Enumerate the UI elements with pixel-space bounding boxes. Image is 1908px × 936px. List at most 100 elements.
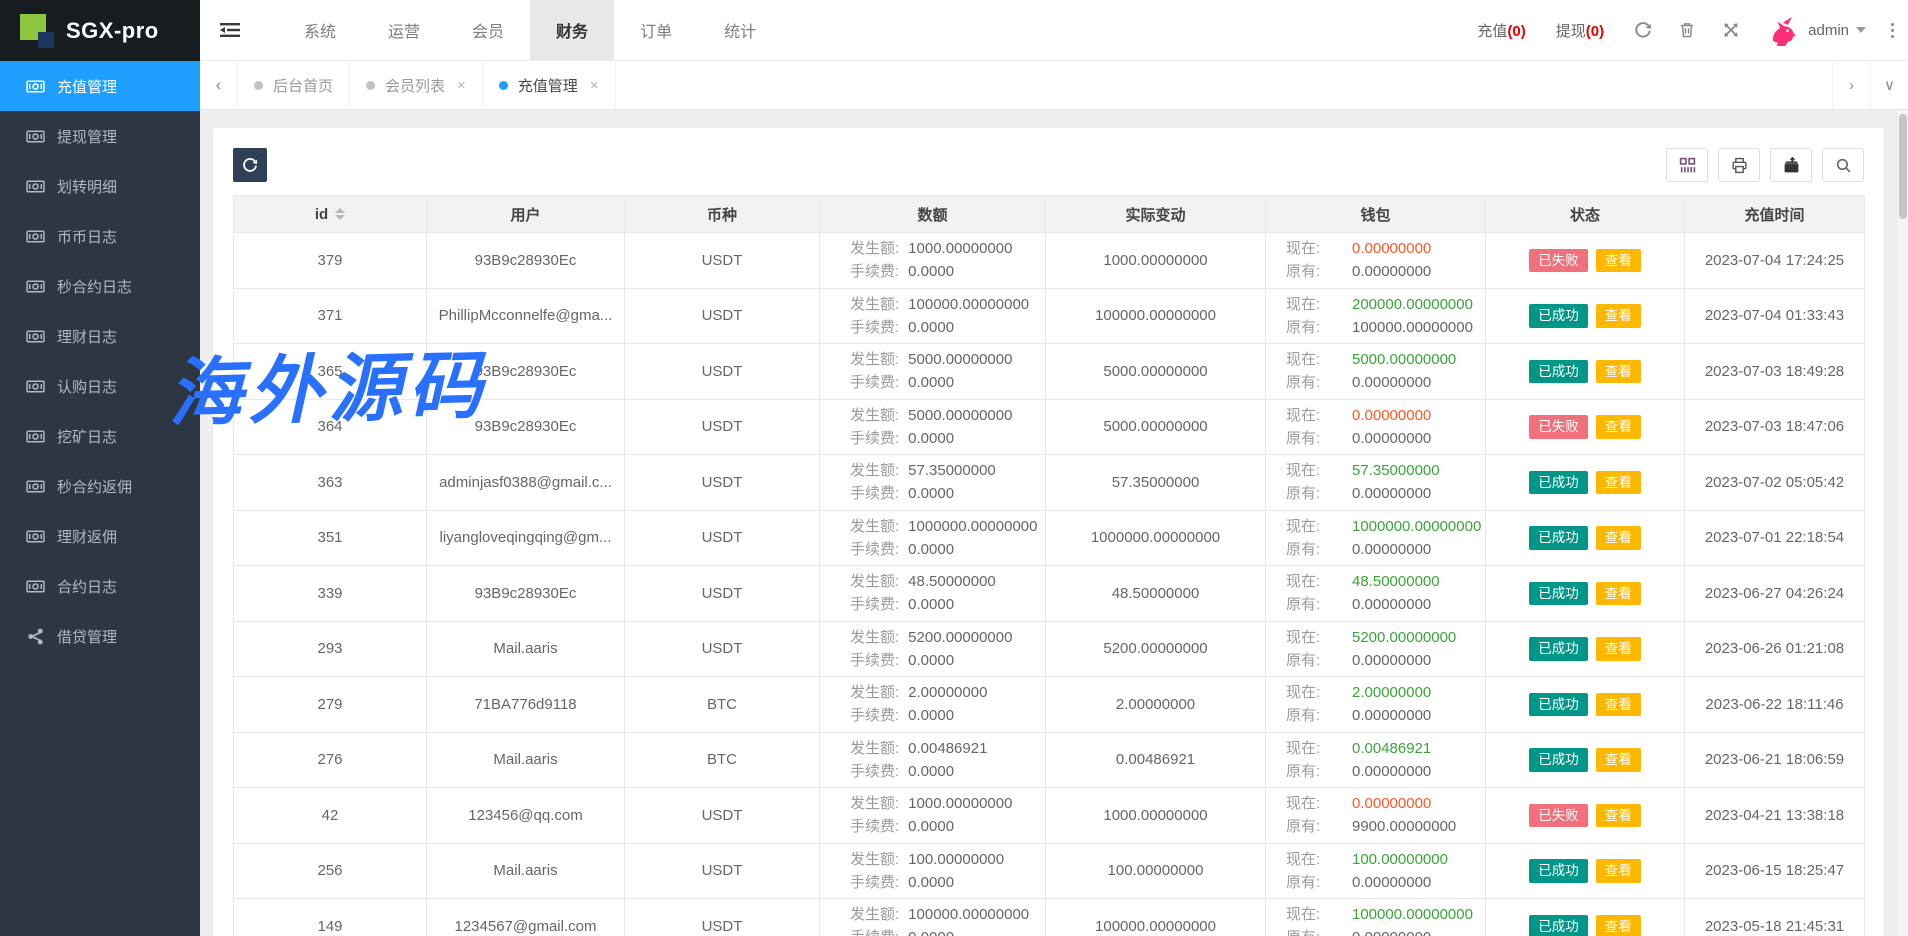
sidebar-item[interactable]: 划转明细 xyxy=(0,161,200,211)
cell-time: 2023-06-22 18:11:46 xyxy=(1685,677,1865,733)
tabs-scroll-left-icon[interactable]: ‹ xyxy=(200,61,238,109)
view-button[interactable]: 查看 xyxy=(1596,415,1641,439)
table-refresh-button[interactable] xyxy=(233,148,267,182)
view-button[interactable]: 查看 xyxy=(1596,748,1641,772)
table-row: 365 93B9c28930Ec USDT 发生额:5000.00000000 … xyxy=(234,344,1865,400)
withdraw-count-link[interactable]: 提现(0) xyxy=(1556,20,1604,41)
cell-id: 339 xyxy=(234,566,427,622)
logo-title: SGX-pro xyxy=(66,18,159,44)
table-toolbar-right xyxy=(1666,148,1864,182)
sidebar-item[interactable]: 提现管理 xyxy=(0,111,200,161)
cell-change: 5200.00000000 xyxy=(1046,621,1266,677)
cell-user: 93B9c28930Ec xyxy=(427,344,625,400)
view-button[interactable]: 查看 xyxy=(1596,582,1641,606)
nav-item[interactable]: 运营 xyxy=(362,0,446,60)
view-button[interactable]: 查看 xyxy=(1596,249,1641,273)
table-row: 42 123456@qq.com USDT 发生额:1000.00000000 … xyxy=(234,788,1865,844)
tabs: 后台首页 会员列表 × 充值管理 × xyxy=(238,61,616,109)
scrollbar-track[interactable] xyxy=(1896,110,1908,936)
tab-close-icon[interactable]: × xyxy=(457,78,466,93)
view-button[interactable]: 查看 xyxy=(1596,471,1641,495)
nav-item[interactable]: 统计 xyxy=(698,0,782,60)
sidebar-item[interactable]: 理财日志 xyxy=(0,311,200,361)
banknote-icon xyxy=(26,127,45,146)
sidebar-item[interactable]: 合约日志 xyxy=(0,561,200,611)
app-root: SGX-pro 系统运营会员财务订单统计 充值(0) 提现(0) xyxy=(0,0,1908,936)
cell-wallet: 现在:2.00000000 原有:0.00000000 xyxy=(1266,677,1486,733)
cell-time: 2023-05-18 21:45:31 xyxy=(1685,899,1865,936)
user-avatar-unicorn-icon[interactable] xyxy=(1766,14,1798,46)
trash-icon[interactable] xyxy=(1678,21,1696,39)
cell-coin: USDT xyxy=(625,455,820,511)
cell-id: 256 xyxy=(234,843,427,899)
recharge-count-link[interactable]: 充值(0) xyxy=(1477,20,1525,41)
cell-status: 已失败查看 xyxy=(1486,233,1685,289)
view-button[interactable]: 查看 xyxy=(1596,526,1641,550)
sidebar-item[interactable]: 挖矿日志 xyxy=(0,411,200,461)
view-button[interactable]: 查看 xyxy=(1596,804,1641,828)
sidebar-item[interactable]: 理财返佣 xyxy=(0,511,200,561)
cell-amount: 发生额:100000.00000000 手续费:0.0000 xyxy=(820,288,1046,344)
share-icon xyxy=(26,627,45,646)
sidebar-item[interactable]: 秒合约返佣 xyxy=(0,461,200,511)
toggle-columns-button[interactable] xyxy=(1666,148,1708,182)
cell-coin: USDT xyxy=(625,288,820,344)
view-button[interactable]: 查看 xyxy=(1596,360,1641,384)
fullscreen-icon[interactable] xyxy=(1722,21,1740,39)
tabs-scroll-right-icon[interactable]: › xyxy=(1832,61,1870,109)
cell-status: 已成功查看 xyxy=(1486,288,1685,344)
cell-time: 2023-06-27 04:26:24 xyxy=(1685,566,1865,622)
table-row: 351 liyangloveqingqing@gm... USDT 发生额:10… xyxy=(234,510,1865,566)
print-button[interactable] xyxy=(1718,148,1760,182)
tab-dot-icon xyxy=(254,81,263,90)
user-menu[interactable]: admin xyxy=(1808,22,1866,39)
view-button[interactable]: 查看 xyxy=(1596,859,1641,883)
tab-dot-icon xyxy=(366,81,375,90)
sidebar-item-label: 合约日志 xyxy=(57,576,117,597)
sidebar-item[interactable]: 借贷管理 xyxy=(0,611,200,661)
cell-time: 2023-07-03 18:49:28 xyxy=(1685,344,1865,400)
cell-wallet: 现在:0.00486921 原有:0.00000000 xyxy=(1266,732,1486,788)
sidebar-item[interactable]: 充值管理 xyxy=(0,61,200,111)
tab-dot-icon xyxy=(499,81,508,90)
table-row: 339 93B9c28930Ec USDT 发生额:48.50000000 手续… xyxy=(234,566,1865,622)
cell-coin: USDT xyxy=(625,566,820,622)
sort-id[interactable]: id xyxy=(315,206,345,223)
nav-item[interactable]: 财务 xyxy=(530,0,614,60)
view-button[interactable]: 查看 xyxy=(1596,637,1641,661)
sidebar-collapse-icon[interactable] xyxy=(200,0,260,60)
view-button[interactable]: 查看 xyxy=(1596,693,1641,717)
cell-status: 已成功查看 xyxy=(1486,455,1685,511)
refresh-icon[interactable] xyxy=(1634,21,1652,39)
sidebar-item[interactable]: 认购日志 xyxy=(0,361,200,411)
banknote-icon xyxy=(26,577,45,596)
sidebar-item[interactable]: 秒合约日志 xyxy=(0,261,200,311)
more-options-icon[interactable] xyxy=(1890,23,1894,38)
search-button[interactable] xyxy=(1822,148,1864,182)
tabs-menu-icon[interactable]: ∨ xyxy=(1870,61,1908,109)
cell-user: 1234567@gmail.com xyxy=(427,899,625,936)
tab-close-icon[interactable]: × xyxy=(590,78,599,93)
tab-label: 后台首页 xyxy=(273,75,333,96)
scrollbar-thumb[interactable] xyxy=(1899,114,1907,219)
export-button[interactable] xyxy=(1770,148,1812,182)
cell-id: 379 xyxy=(234,233,427,289)
nav-item[interactable]: 会员 xyxy=(446,0,530,60)
sidebar-item-label: 借贷管理 xyxy=(57,626,117,647)
cell-user: 93B9c28930Ec xyxy=(427,233,625,289)
view-button[interactable]: 查看 xyxy=(1596,304,1641,328)
sidebar-item[interactable]: 币币日志 xyxy=(0,211,200,261)
sidebar-item-label: 秒合约日志 xyxy=(57,276,132,297)
tab-item[interactable]: 后台首页 xyxy=(238,61,350,109)
tab-item[interactable]: 充值管理 × xyxy=(483,61,616,109)
banknote-icon xyxy=(26,77,45,96)
nav-item[interactable]: 订单 xyxy=(614,0,698,60)
brand-logo: SGX-pro xyxy=(0,0,200,61)
cell-amount: 发生额:48.50000000 手续费:0.0000 xyxy=(820,566,1046,622)
status-badge: 已成功 xyxy=(1529,748,1588,772)
view-button[interactable]: 查看 xyxy=(1596,915,1641,936)
nav-item[interactable]: 系统 xyxy=(278,0,362,60)
banknote-icon xyxy=(26,177,45,196)
tab-item[interactable]: 会员列表 × xyxy=(350,61,483,109)
cell-amount: 发生额:1000.00000000 手续费:0.0000 xyxy=(820,788,1046,844)
